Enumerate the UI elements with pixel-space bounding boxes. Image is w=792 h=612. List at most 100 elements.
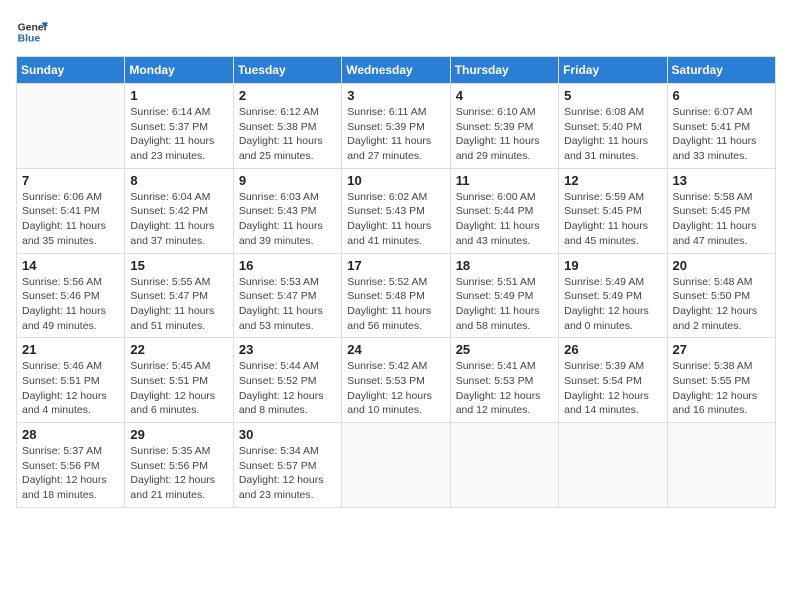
day-cell: 15 Sunrise: 5:55 AMSunset: 5:47 PMDayligh…: [125, 253, 233, 338]
week-row-4: 21 Sunrise: 5:46 AMSunset: 5:51 PMDayligh…: [17, 338, 776, 423]
day-info: Sunrise: 5:42 AMSunset: 5:53 PMDaylight:…: [347, 359, 444, 418]
week-row-2: 7 Sunrise: 6:06 AMSunset: 5:41 PMDaylight…: [17, 168, 776, 253]
day-number: 25: [456, 342, 553, 357]
day-info: Sunrise: 6:03 AMSunset: 5:43 PMDaylight:…: [239, 190, 336, 249]
day-info: Sunrise: 6:12 AMSunset: 5:38 PMDaylight:…: [239, 105, 336, 164]
weekday-friday: Friday: [559, 57, 667, 84]
day-info: Sunrise: 5:45 AMSunset: 5:51 PMDaylight:…: [130, 359, 227, 418]
day-number: 7: [22, 173, 119, 188]
day-number: 2: [239, 88, 336, 103]
day-cell: 7 Sunrise: 6:06 AMSunset: 5:41 PMDaylight…: [17, 168, 125, 253]
week-row-5: 28 Sunrise: 5:37 AMSunset: 5:56 PMDayligh…: [17, 423, 776, 508]
day-cell: 16Sunrise: 5:53 AMSunset: 5:47 PMDayligh…: [233, 253, 341, 338]
day-number: 13: [673, 173, 770, 188]
weekday-saturday: Saturday: [667, 57, 775, 84]
week-row-1: 1Sunrise: 6:14 AMSunset: 5:37 PMDaylight…: [17, 84, 776, 169]
day-number: 12: [564, 173, 661, 188]
day-cell: 4Sunrise: 6:10 AMSunset: 5:39 PMDaylight…: [450, 84, 558, 169]
day-number: 26: [564, 342, 661, 357]
day-number: 10: [347, 173, 444, 188]
weekday-wednesday: Wednesday: [342, 57, 450, 84]
day-cell: 20 Sunrise: 5:48 AMSunset: 5:50 PMDayligh…: [667, 253, 775, 338]
day-cell: 17 Sunrise: 5:52 AMSunset: 5:48 PMDayligh…: [342, 253, 450, 338]
day-number: 15: [130, 258, 227, 273]
day-cell: 13Sunrise: 5:58 AMSunset: 5:45 PMDayligh…: [667, 168, 775, 253]
day-info: Sunrise: 6:06 AMSunset: 5:41 PMDaylight:…: [22, 190, 119, 249]
calendar-table: SundayMondayTuesdayWednesdayThursdayFrid…: [16, 56, 776, 508]
day-info: Sunrise: 6:07 AMSunset: 5:41 PMDaylight:…: [673, 105, 770, 164]
day-cell: [342, 423, 450, 508]
day-info: Sunrise: 5:37 AMSunset: 5:56 PMDaylight:…: [22, 444, 119, 503]
day-cell: 6Sunrise: 6:07 AMSunset: 5:41 PMDaylight…: [667, 84, 775, 169]
day-number: 1: [130, 88, 227, 103]
day-number: 14: [22, 258, 119, 273]
day-cell: 1Sunrise: 6:14 AMSunset: 5:37 PMDaylight…: [125, 84, 233, 169]
day-cell: 5 Sunrise: 6:08 AMSunset: 5:40 PMDaylight…: [559, 84, 667, 169]
day-info: Sunrise: 6:10 AMSunset: 5:39 PMDaylight:…: [456, 105, 553, 164]
day-info: Sunrise: 5:48 AMSunset: 5:50 PMDaylight:…: [673, 275, 770, 334]
day-info: Sunrise: 6:11 AMSunset: 5:39 PMDaylight:…: [347, 105, 444, 164]
day-number: 5: [564, 88, 661, 103]
day-info: Sunrise: 5:46 AMSunset: 5:51 PMDaylight:…: [22, 359, 119, 418]
svg-text:Blue: Blue: [18, 34, 41, 45]
day-cell: [450, 423, 558, 508]
day-info: Sunrise: 5:49 AMSunset: 5:49 PMDaylight:…: [564, 275, 661, 334]
day-cell: 21 Sunrise: 5:46 AMSunset: 5:51 PMDayligh…: [17, 338, 125, 423]
day-number: 23: [239, 342, 336, 357]
day-cell: 12Sunrise: 5:59 AMSunset: 5:45 PMDayligh…: [559, 168, 667, 253]
day-number: 9: [239, 173, 336, 188]
day-info: Sunrise: 5:34 AMSunset: 5:57 PMDaylight:…: [239, 444, 336, 503]
day-cell: 30 Sunrise: 5:34 AMSunset: 5:57 PMDayligh…: [233, 423, 341, 508]
day-info: Sunrise: 6:08 AMSunset: 5:40 PMDaylight:…: [564, 105, 661, 164]
day-cell: 27 Sunrise: 5:38 AMSunset: 5:55 PMDayligh…: [667, 338, 775, 423]
day-info: Sunrise: 5:38 AMSunset: 5:55 PMDaylight:…: [673, 359, 770, 418]
day-info: Sunrise: 6:04 AMSunset: 5:42 PMDaylight:…: [130, 190, 227, 249]
day-number: 19: [564, 258, 661, 273]
day-info: Sunrise: 5:35 AMSunset: 5:56 PMDaylight:…: [130, 444, 227, 503]
day-cell: 9 Sunrise: 6:03 AMSunset: 5:43 PMDaylight…: [233, 168, 341, 253]
day-cell: 28 Sunrise: 5:37 AMSunset: 5:56 PMDayligh…: [17, 423, 125, 508]
weekday-header-row: SundayMondayTuesdayWednesdayThursdayFrid…: [17, 57, 776, 84]
day-number: 21: [22, 342, 119, 357]
weekday-tuesday: Tuesday: [233, 57, 341, 84]
day-number: 24: [347, 342, 444, 357]
day-number: 27: [673, 342, 770, 357]
day-info: Sunrise: 5:53 AMSunset: 5:47 PMDaylight:…: [239, 275, 336, 334]
weekday-thursday: Thursday: [450, 57, 558, 84]
day-cell: 10 Sunrise: 6:02 AMSunset: 5:43 PMDayligh…: [342, 168, 450, 253]
day-cell: 8 Sunrise: 6:04 AMSunset: 5:42 PMDaylight…: [125, 168, 233, 253]
calendar-body: 1Sunrise: 6:14 AMSunset: 5:37 PMDaylight…: [17, 84, 776, 508]
day-number: 17: [347, 258, 444, 273]
day-info: Sunrise: 6:00 AMSunset: 5:44 PMDaylight:…: [456, 190, 553, 249]
day-cell: [559, 423, 667, 508]
day-number: 22: [130, 342, 227, 357]
day-info: Sunrise: 5:51 AMSunset: 5:49 PMDaylight:…: [456, 275, 553, 334]
day-info: Sunrise: 5:55 AMSunset: 5:47 PMDaylight:…: [130, 275, 227, 334]
weekday-monday: Monday: [125, 57, 233, 84]
day-cell: 19 Sunrise: 5:49 AMSunset: 5:49 PMDayligh…: [559, 253, 667, 338]
day-info: Sunrise: 6:02 AMSunset: 5:43 PMDaylight:…: [347, 190, 444, 249]
page-header: General Blue: [16, 16, 776, 48]
day-cell: 14 Sunrise: 5:56 AMSunset: 5:46 PMDayligh…: [17, 253, 125, 338]
weekday-sunday: Sunday: [17, 57, 125, 84]
day-info: Sunrise: 5:56 AMSunset: 5:46 PMDaylight:…: [22, 275, 119, 334]
day-number: 20: [673, 258, 770, 273]
day-cell: 18 Sunrise: 5:51 AMSunset: 5:49 PMDayligh…: [450, 253, 558, 338]
day-cell: 24 Sunrise: 5:42 AMSunset: 5:53 PMDayligh…: [342, 338, 450, 423]
logo-icon: General Blue: [16, 16, 48, 48]
day-cell: 29Sunrise: 5:35 AMSunset: 5:56 PMDayligh…: [125, 423, 233, 508]
day-number: 11: [456, 173, 553, 188]
day-number: 8: [130, 173, 227, 188]
day-cell: 23 Sunrise: 5:44 AMSunset: 5:52 PMDayligh…: [233, 338, 341, 423]
day-number: 3: [347, 88, 444, 103]
day-info: Sunrise: 5:39 AMSunset: 5:54 PMDaylight:…: [564, 359, 661, 418]
day-number: 28: [22, 427, 119, 442]
day-cell: 11 Sunrise: 6:00 AMSunset: 5:44 PMDayligh…: [450, 168, 558, 253]
day-info: Sunrise: 5:52 AMSunset: 5:48 PMDaylight:…: [347, 275, 444, 334]
day-number: 18: [456, 258, 553, 273]
day-number: 30: [239, 427, 336, 442]
day-cell: 26 Sunrise: 5:39 AMSunset: 5:54 PMDayligh…: [559, 338, 667, 423]
day-info: Sunrise: 5:44 AMSunset: 5:52 PMDaylight:…: [239, 359, 336, 418]
day-cell: 22 Sunrise: 5:45 AMSunset: 5:51 PMDayligh…: [125, 338, 233, 423]
day-cell: [667, 423, 775, 508]
